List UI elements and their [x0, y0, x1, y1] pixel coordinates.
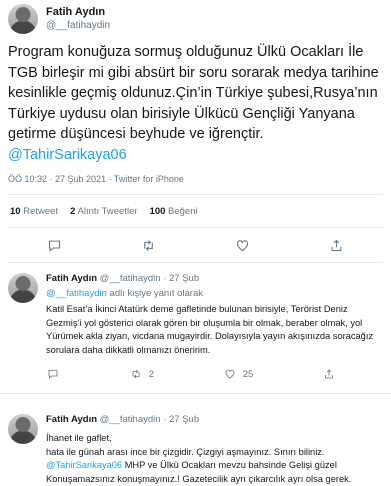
share-icon[interactable]: [326, 235, 346, 255]
retweet-count: 2: [148, 368, 154, 380]
author-handle[interactable]: @__fatihaydin: [100, 273, 161, 284]
tweet-text: Program konuğuza sormuş olduğunuz Ülkü O…: [8, 42, 383, 165]
reply-date[interactable]: · 27 Şub: [163, 414, 199, 425]
like-label: Beğeni: [168, 205, 198, 217]
mention-link[interactable]: @TahirSarikaya06: [46, 460, 122, 470]
quote-label: Alıntı Tweetler: [77, 205, 138, 217]
like-icon[interactable]: [232, 235, 252, 255]
retweet-icon[interactable]: [139, 235, 159, 255]
author-name[interactable]: Fatih Aydın: [46, 273, 97, 284]
reply-line: İhanet ile gaflet,: [46, 433, 112, 443]
avatar[interactable]: [8, 4, 38, 34]
author-block[interactable]: Fatih Aydın @__fatihaydin: [46, 6, 110, 32]
mention-link[interactable]: @TahirSarikaya06: [8, 147, 127, 163]
like-stat[interactable]: 100 Beğeni: [150, 206, 198, 217]
divider: [8, 262, 383, 263]
avatar[interactable]: [8, 273, 38, 303]
reply-header: Fatih Aydın @__fatihaydin · 27 Şub: [46, 273, 383, 285]
reply-text: Katil Esat’a İkinci Atatürk deme gafleti…: [46, 304, 374, 355]
replying-to: @__fatihaydin adlı kişiye yanıt olarak: [46, 288, 383, 299]
quote-stat[interactable]: 2 Alıntı Tweetler: [70, 206, 137, 217]
like-icon[interactable]: [223, 367, 237, 381]
tweet-body: Program konuğuza sormuş olduğunuz Ülkü O…: [8, 44, 379, 142]
share-icon[interactable]: [322, 367, 336, 381]
reply-icon[interactable]: [46, 367, 60, 381]
engagement-stats: 10 Retweet 2 Alıntı Tweetler 100 Beğeni: [8, 195, 383, 227]
retweet-count: 10: [10, 205, 21, 217]
reply-tweet[interactable]: Fatih Aydın @__fatihaydin · 27 Şub İhane…: [0, 394, 391, 486]
retweet-icon[interactable]: [129, 367, 143, 381]
replying-to-text: adlı kişiye yanıt olarak: [106, 288, 203, 299]
reply-line: hata ile günah arası ince bir çizgidir. …: [46, 446, 325, 457]
tweet-header: Fatih Aydın @__fatihaydin: [8, 0, 383, 34]
author-name[interactable]: Fatih Aydın: [46, 414, 97, 425]
author-handle[interactable]: @__fatihaydin: [46, 19, 110, 32]
like-count: 25: [242, 368, 254, 380]
tweet-timestamp[interactable]: ÖÖ 10:32 · 27 Şub 2021 · Twitter for iPh…: [8, 174, 383, 184]
retweet-label: Retweet: [23, 205, 59, 217]
tweet-thread: Fatih Aydın @__fatihaydin Program konuğu…: [0, 0, 391, 484]
retweet-stat[interactable]: 10 Retweet: [10, 206, 58, 217]
main-tweet: Fatih Aydın @__fatihaydin Program konuğu…: [0, 0, 391, 263]
like-action[interactable]: 25: [223, 367, 254, 381]
reply-date[interactable]: · 27 Şub: [163, 273, 199, 284]
author-handle[interactable]: @__fatihaydin: [100, 414, 161, 425]
tweet-actions: [8, 228, 383, 262]
avatar[interactable]: [8, 414, 38, 444]
reply-tweet[interactable]: Fatih Aydın @__fatihaydin · 27 Şub @__fa…: [0, 263, 391, 383]
reply-icon[interactable]: [45, 235, 65, 255]
replying-to-handle[interactable]: @__fatihaydin: [46, 288, 107, 299]
reply-header: Fatih Aydın @__fatihaydin · 27 Şub: [46, 414, 383, 426]
reply-actions: 2 25: [46, 365, 336, 383]
quote-count: 2: [70, 205, 76, 217]
like-count: 100: [149, 205, 166, 217]
author-name[interactable]: Fatih Aydın: [46, 6, 110, 19]
reply-text: İhanet ile gaflet, hata ile günah arası …: [46, 432, 383, 486]
reply-line: @TahirSarikaya06 MHP ve Ülkü Ocakları me…: [46, 459, 383, 486]
retweet-action[interactable]: 2: [129, 367, 154, 381]
